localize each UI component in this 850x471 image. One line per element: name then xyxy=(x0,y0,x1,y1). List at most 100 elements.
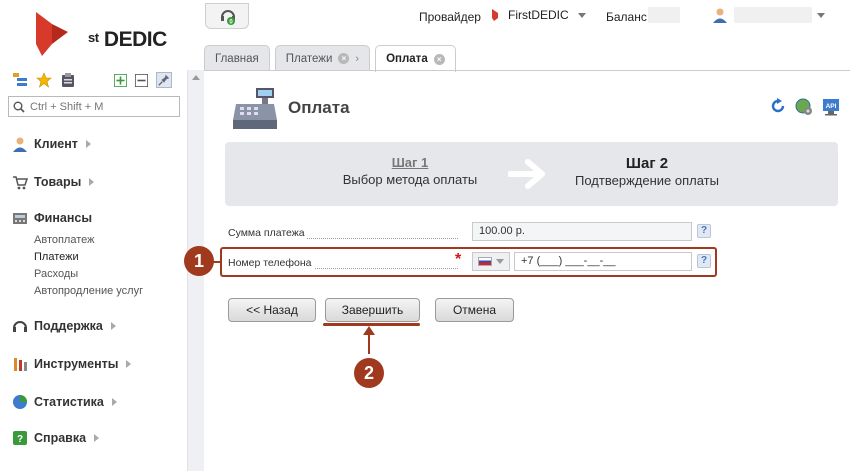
phone-label: Номер телефона xyxy=(228,257,458,269)
user-name-redacted xyxy=(734,7,812,23)
expand-all-icon[interactable] xyxy=(114,73,127,87)
amount-field: 100.00 р. xyxy=(472,222,692,241)
provider-dropdown[interactable]: FirstDEDIC xyxy=(490,8,586,22)
phone-input[interactable]: +7 (___) ___-__-__ xyxy=(514,252,692,271)
chevron-right-icon xyxy=(94,434,100,442)
sidebar-subitem-payments[interactable]: Платежи xyxy=(12,249,187,266)
required-mark: * xyxy=(455,251,462,268)
user-icon xyxy=(713,8,727,23)
clipboard-icon[interactable] xyxy=(60,72,76,88)
balance-label: Баланс xyxy=(606,10,647,24)
chevron-down-icon xyxy=(577,12,586,18)
phone-row: Номер телефона * +7 (___) ___-__-__ ? xyxy=(228,251,714,272)
user-menu[interactable] xyxy=(712,7,825,23)
chevron-down-icon xyxy=(817,12,825,18)
tools-icon xyxy=(14,358,27,371)
pin-icon[interactable] xyxy=(156,72,172,88)
wizard-steps: Шаг 1 Выбор метода оплаты Шаг 2 Подтверж… xyxy=(225,142,838,206)
headset-icon xyxy=(13,321,27,332)
finish-button[interactable]: Завершить xyxy=(325,298,420,322)
sidebar-item-finance[interactable]: Финансы xyxy=(12,208,187,228)
sidebar-item-stats[interactable]: Статистика xyxy=(12,392,187,412)
search-input[interactable] xyxy=(30,100,170,113)
svg-text:API: API xyxy=(826,103,837,110)
annotation-marker-2: 2 xyxy=(354,358,384,388)
page-title: Оплата xyxy=(288,98,350,117)
sidebar-item-help[interactable]: ? Справка xyxy=(12,428,187,448)
sidebar-item-label: Статистика xyxy=(34,395,104,409)
tab-label: Оплата xyxy=(386,53,428,65)
country-code-select[interactable] xyxy=(472,252,510,271)
step-2-subtitle: Подтверждение оплаты xyxy=(575,173,719,188)
tab-home[interactable]: Главная xyxy=(204,45,270,71)
sidebar-item-label: Поддержка xyxy=(34,319,103,333)
tab-label: Платежи xyxy=(285,52,333,65)
wizard-step-2: Шаг 2 Подтверждение оплаты xyxy=(565,155,729,188)
provider-logo-icon xyxy=(492,9,498,21)
amount-row: Сумма платежа 100.00 р. ? xyxy=(228,222,714,242)
help-book-icon: ? xyxy=(13,431,27,445)
russia-flag-icon xyxy=(478,257,492,266)
wizard-step-1[interactable]: Шаг 1 Выбор метода оплаты xyxy=(330,155,490,187)
pie-chart-icon xyxy=(13,395,27,409)
svg-text:?: ? xyxy=(17,434,23,445)
sidebar-item-label: Справка xyxy=(34,431,87,445)
chevron-right-icon xyxy=(89,178,95,186)
tab-payment[interactable]: Оплата × xyxy=(375,45,456,72)
chevron-right-icon xyxy=(126,360,132,368)
logo-text: st DEDIC xyxy=(88,28,167,51)
sidebar: Клиент Товары Финансы Автоплатеж Платежи… xyxy=(0,70,187,471)
annotation-connector-1 xyxy=(209,261,221,263)
headset-icon: 0 xyxy=(221,10,235,25)
notifications-button[interactable]: 0 xyxy=(205,3,249,29)
tab-divider xyxy=(204,70,850,71)
search-icon xyxy=(13,101,25,113)
refresh-icon[interactable] xyxy=(770,98,786,114)
annotation-connector-2 xyxy=(368,332,370,354)
chevron-right-icon xyxy=(85,140,91,148)
tab-label: Главная xyxy=(215,52,259,65)
page-toolbar: API xyxy=(770,98,840,116)
provider-label: Провайдер xyxy=(419,10,481,24)
amount-label: Сумма платежа xyxy=(228,227,458,239)
sidebar-toolbar xyxy=(12,70,172,90)
scroll-up-icon[interactable] xyxy=(192,75,200,80)
close-icon[interactable]: × xyxy=(433,53,445,65)
provider-value: FirstDEDIC xyxy=(508,8,569,22)
step-1-title[interactable]: Шаг 1 xyxy=(330,155,490,170)
api-icon[interactable]: API xyxy=(822,98,840,116)
help-icon[interactable]: ? xyxy=(697,254,711,268)
collapse-all-icon[interactable] xyxy=(135,73,148,87)
sidebar-subitem-autorenew[interactable]: Автопродление услуг xyxy=(12,283,187,300)
logo-mark-icon xyxy=(36,12,68,56)
cash-register-icon xyxy=(233,88,277,129)
star-icon[interactable] xyxy=(36,72,52,88)
chevron-right-icon: › xyxy=(355,52,360,65)
tab-payments[interactable]: Платежи × › xyxy=(274,45,371,71)
back-button[interactable]: << Назад xyxy=(228,298,316,322)
sidebar-item-client[interactable]: Клиент xyxy=(12,134,187,154)
sidebar-item-tools[interactable]: Инструменты xyxy=(12,354,187,374)
arrow-right-icon xyxy=(508,159,545,189)
help-icon[interactable]: ? xyxy=(697,224,711,238)
app-root: st DEDIC 0 Провайдер FirstDEDIC Баланс Г… xyxy=(0,0,850,471)
sidebar-search[interactable] xyxy=(8,96,180,117)
sidebar-item-label: Клиент xyxy=(34,137,78,151)
finance-icon xyxy=(13,213,27,224)
chevron-right-icon xyxy=(111,398,117,406)
balance-value-redacted xyxy=(648,7,680,23)
globe-settings-icon[interactable] xyxy=(795,98,813,116)
sidebar-menu: Клиент Товары Финансы Автоплатеж Платежи… xyxy=(12,134,187,448)
tab-bar: Главная Платежи × › Оплата × xyxy=(204,45,456,72)
step-1-subtitle: Выбор метода оплаты xyxy=(342,172,478,187)
sidebar-subitem-expenses[interactable]: Расходы xyxy=(12,266,187,283)
chevron-right-icon xyxy=(110,322,116,330)
tree-view-icon[interactable] xyxy=(12,72,28,88)
close-icon[interactable]: × xyxy=(338,53,350,64)
cart-icon xyxy=(13,176,28,190)
sidebar-item-support[interactable]: Поддержка xyxy=(12,316,187,336)
sidebar-subitem-autopay[interactable]: Автоплатеж xyxy=(12,232,187,249)
sidebar-item-goods[interactable]: Товары xyxy=(12,172,187,192)
logo[interactable]: st DEDIC xyxy=(30,10,170,58)
cancel-button[interactable]: Отмена xyxy=(435,298,514,322)
